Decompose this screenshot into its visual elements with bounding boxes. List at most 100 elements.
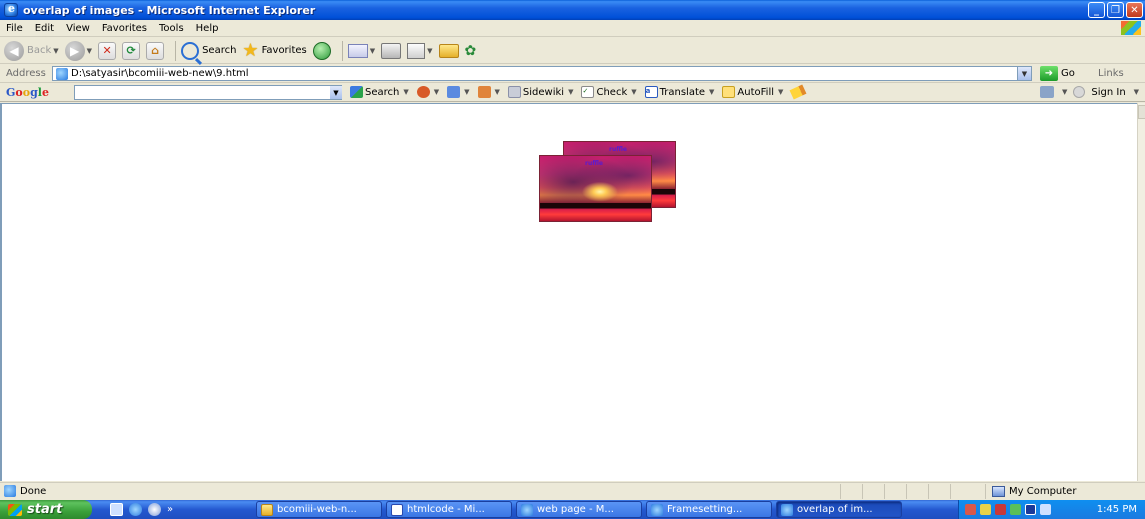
quick-launch-more-icon[interactable]: » [167,504,173,515]
add-button[interactable]: ▼ [447,86,470,98]
back-button[interactable]: ◀ Back ▼ [4,40,59,61]
media-player-icon[interactable] [148,503,161,516]
task-framesetting[interactable]: Framesetting... [646,501,772,518]
vertical-scrollbar[interactable] [1137,103,1145,481]
signin-button[interactable]: Sign In [1091,87,1125,98]
google-toolbar-right: ▼ Sign In ▼ [1040,86,1139,98]
search-label: Search [202,45,237,56]
home-button[interactable]: ⌂ [146,41,165,60]
sidewiki-label: Sidewiki [522,86,565,98]
sidewiki-dropdown-icon[interactable]: ▼ [568,88,573,96]
windows-logo-icon [1121,21,1141,35]
google-search-dropdown-icon[interactable]: ▼ [330,86,342,99]
menu-bar: File Edit View Favorites Tools Help [0,20,1145,37]
settings-wrench-icon[interactable] [1040,86,1054,98]
forward-arrow-icon: ▶ [64,40,85,61]
refresh-button[interactable]: ⟳ [122,41,141,60]
tray-app-icon[interactable] [995,504,1006,515]
task-label: Framesetting... [667,504,743,515]
stop-button[interactable]: ✕ [98,41,117,60]
favorites-button[interactable]: ★ Favorites [242,41,306,60]
zone-label: My Computer [1009,486,1077,497]
autofill-button[interactable]: AutoFill ▼ [722,86,783,98]
task-bcomiii-folder[interactable]: bcomiii-web-n... [256,501,382,518]
address-value[interactable]: D:\satyasir\bcomiii-web-new\9.html [71,68,249,79]
maximize-button[interactable]: ❐ [1107,2,1124,18]
sidewiki-button[interactable]: Sidewiki ▼ [507,86,573,98]
check-label: Check [596,86,628,98]
forward-button[interactable]: ▶ ▼ [64,40,92,61]
tray-display-icon[interactable] [1040,504,1051,515]
links-button[interactable]: Links [1098,68,1124,79]
add-dropdown-icon[interactable]: ▼ [464,88,469,96]
go-arrow-icon: ➜ [1040,66,1058,81]
google-logo[interactable]: Google [6,86,70,99]
system-clock: 1:45 PM [1096,504,1137,515]
tray-media-icon[interactable] [1025,504,1036,515]
forward-dropdown-icon[interactable]: ▼ [87,47,92,55]
check-dropdown-icon[interactable]: ▼ [631,88,636,96]
address-dropdown-icon[interactable]: ▼ [1017,67,1031,80]
print-button[interactable] [381,42,402,59]
sunset-image-front: ruffle [539,155,652,222]
tray-app-icon[interactable] [980,504,991,515]
tray-app-icon[interactable] [965,504,976,515]
blogger-button[interactable]: ▼ [477,86,500,98]
ie-launch-icon[interactable] [129,503,142,516]
google-search-menu-icon[interactable]: ▼ [403,88,408,96]
google-search-icon [350,86,363,98]
status-panel [950,484,972,499]
translate-icon: a [644,86,658,98]
highlight-pencil-icon[interactable] [789,84,807,100]
task-htmlcode[interactable]: htmlcode - Mi... [386,501,512,518]
minimize-button[interactable]: _ [1088,2,1105,18]
history-icon [312,41,331,60]
autofill-dropdown-icon[interactable]: ▼ [778,88,783,96]
close-button[interactable]: ✕ [1126,2,1143,18]
history-button[interactable] [312,41,331,60]
ie-icon [651,503,663,516]
google-search-input[interactable] [74,85,342,100]
edit-dropdown-icon[interactable]: ▼ [427,47,432,55]
translate-button[interactable]: a Translate ▼ [644,86,714,98]
menu-favorites[interactable]: Favorites [96,23,153,34]
menu-tools[interactable]: Tools [153,23,190,34]
google-toolbar-items: Search ▼ ▼ ▼ ▼ Sidewiki ▼ ✓ Check ▼ a Tr… [350,84,807,100]
status-bar: Done My Computer [0,482,1145,499]
task-overlap-of-images[interactable]: overlap of im... [776,501,902,518]
address-input[interactable]: D:\satyasir\bcomiii-web-new\9.html ▼ [52,66,1032,81]
go-button[interactable]: ➜ Go [1040,66,1075,81]
translate-dropdown-icon[interactable]: ▼ [709,88,714,96]
folder-button[interactable] [438,43,459,58]
settings-dropdown-icon[interactable]: ▼ [1062,88,1067,96]
blogger-dropdown-icon[interactable]: ▼ [495,88,500,96]
menu-view[interactable]: View [60,23,96,34]
mail-button[interactable]: ▼ [347,43,375,58]
menu-help[interactable]: Help [190,23,225,34]
page-done-icon [4,485,16,497]
back-dropdown-icon[interactable]: ▼ [53,47,58,55]
messenger-button[interactable]: ✿ [465,43,477,59]
task-web-page[interactable]: web page - M... [516,501,642,518]
messenger-icon: ✿ [464,42,477,59]
tray-network-icon[interactable] [1010,504,1021,515]
popup-dropdown-icon[interactable]: ▼ [434,88,439,96]
task-buttons: bcomiii-web-n... htmlcode - Mi... web pa… [256,501,902,518]
edit-button[interactable]: ▼ [407,42,433,59]
menu-edit[interactable]: Edit [29,23,60,34]
status-panel [840,484,862,499]
mail-dropdown-icon[interactable]: ▼ [370,47,375,55]
start-button[interactable]: start [0,500,92,519]
google-search-button[interactable]: Search ▼ [350,86,409,98]
status-panel [862,484,884,499]
spellcheck-button[interactable]: ✓ Check ▼ [581,86,637,98]
menu-file[interactable]: File [0,23,29,34]
ie-icon [4,2,18,17]
search-button[interactable]: Search [181,41,237,60]
start-label: start [27,502,63,517]
standard-toolbar: ◀ Back ▼ ▶ ▼ ✕ ⟳ ⌂ Search ★ Favorites ▼ … [0,38,1145,64]
signin-dropdown-icon[interactable]: ▼ [1134,88,1139,96]
show-desktop-icon[interactable] [110,503,123,516]
image-caption-front: ruffle [585,160,603,167]
popup-blocker-button[interactable]: ▼ [416,86,439,98]
